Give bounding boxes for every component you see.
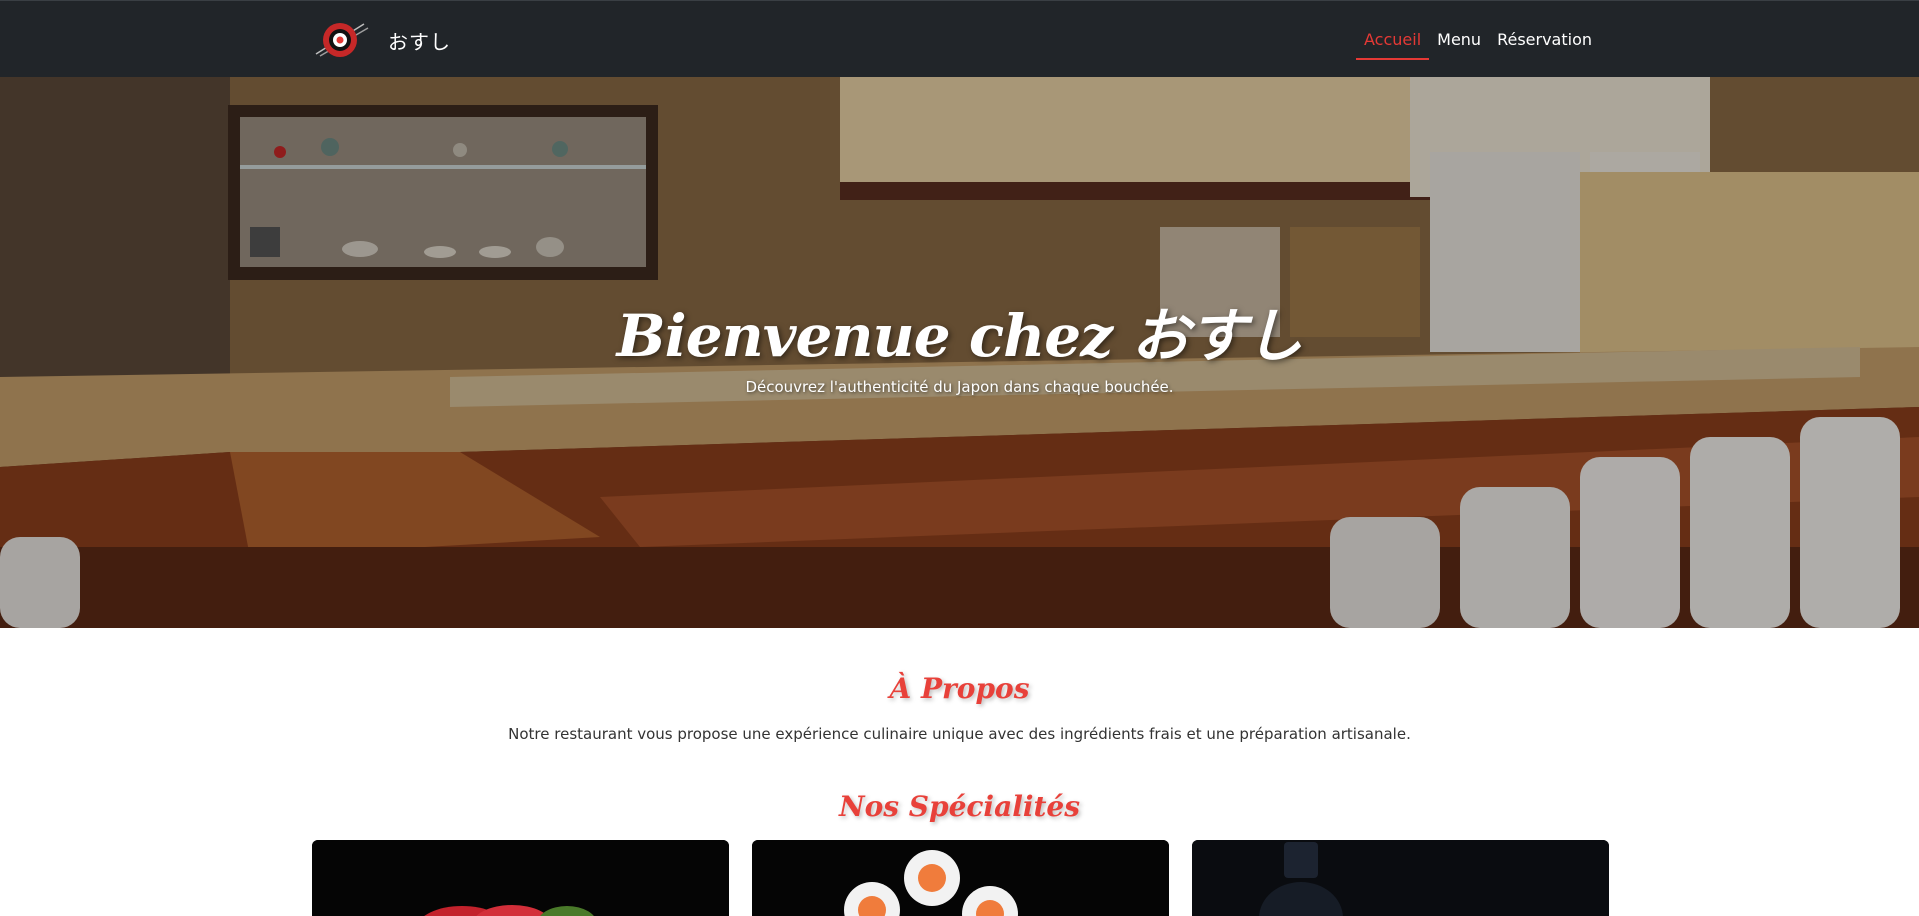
hero-title: Bienvenue chez おすし	[616, 302, 1304, 370]
brand-name: おすし	[388, 29, 451, 54]
maki-rolls-image	[752, 840, 1169, 916]
nav-links: Accueil Menu Réservation	[1356, 23, 1600, 60]
nav-link-accueil[interactable]: Accueil	[1356, 23, 1430, 60]
navbar: おすし Accueil Menu Réservation	[0, 0, 1919, 77]
sushi-logo-icon	[312, 18, 370, 62]
specialty-card-sashimi[interactable]	[312, 840, 729, 916]
specialty-card-sake[interactable]	[1192, 840, 1609, 916]
nav-link-menu[interactable]: Menu	[1429, 23, 1489, 58]
brand[interactable]: おすし	[312, 18, 451, 62]
hero-subtitle: Découvrez l'authenticité du Japon dans c…	[745, 378, 1174, 396]
specialty-card-maki[interactable]	[752, 840, 1169, 916]
about-text: Notre restaurant vous propose une expéri…	[508, 725, 1411, 743]
about-title: À Propos	[889, 672, 1030, 705]
hero-banner: Bienvenue chez おすし Découvrez l'authentic…	[0, 77, 1919, 628]
specialties-title: Nos Spécialités	[838, 790, 1080, 823]
sashimi-image	[312, 840, 729, 916]
nav-link-reservation[interactable]: Réservation	[1489, 23, 1600, 58]
sake-bottle-image	[1192, 840, 1609, 916]
